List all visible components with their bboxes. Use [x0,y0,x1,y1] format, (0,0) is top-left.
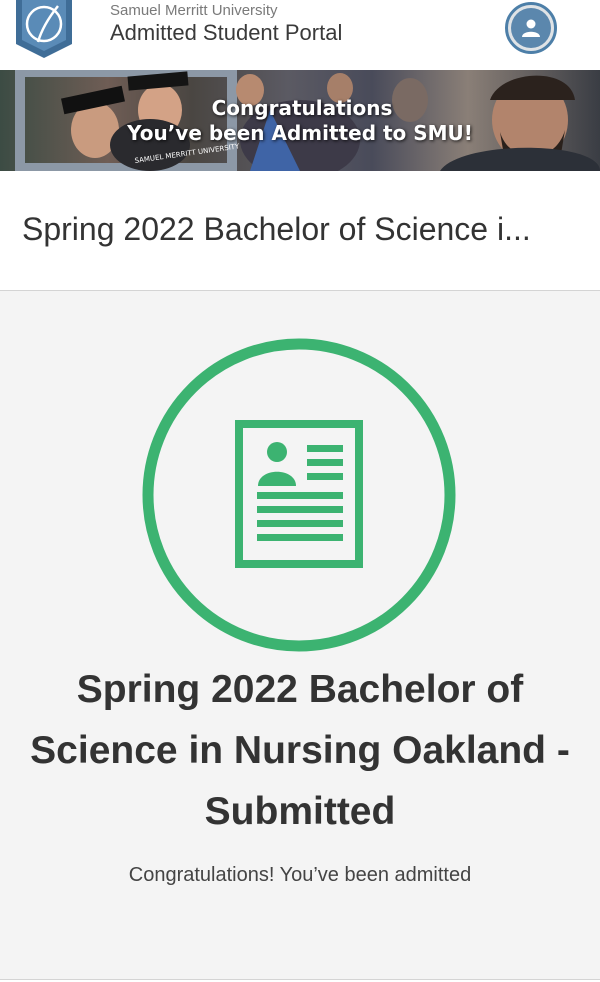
portal-title: Admitted Student Portal [110,20,343,45]
user-icon [522,19,540,37]
status-message: Congratulations! You’ve been admitted [128,864,472,886]
program-selector[interactable]: Spring 2022 Bachelor of Science i... [0,171,600,291]
app-header: Samuel Merritt University Admitted Stude… [0,0,600,71]
application-status-card: Spring 2022 Bachelor of Science in Nursi… [0,291,600,980]
avatar [511,8,551,48]
congratulations-banner: SAMUEL MERRITT UNIVERSITY Congratulation… [0,70,600,171]
program-title: Spring 2022 Bachelor of Science i... [22,211,531,247]
profile-button[interactable] [505,2,557,54]
application-document-icon [142,338,456,652]
university-name: Samuel Merritt University [110,2,278,19]
status-title: Spring 2022 Bachelor of Science in Nursi… [30,668,570,833]
banner-subheading: You’ve been Admitted to SMU! [127,121,473,145]
banner-heading: Congratulations [211,96,393,120]
university-logo[interactable] [14,0,74,62]
